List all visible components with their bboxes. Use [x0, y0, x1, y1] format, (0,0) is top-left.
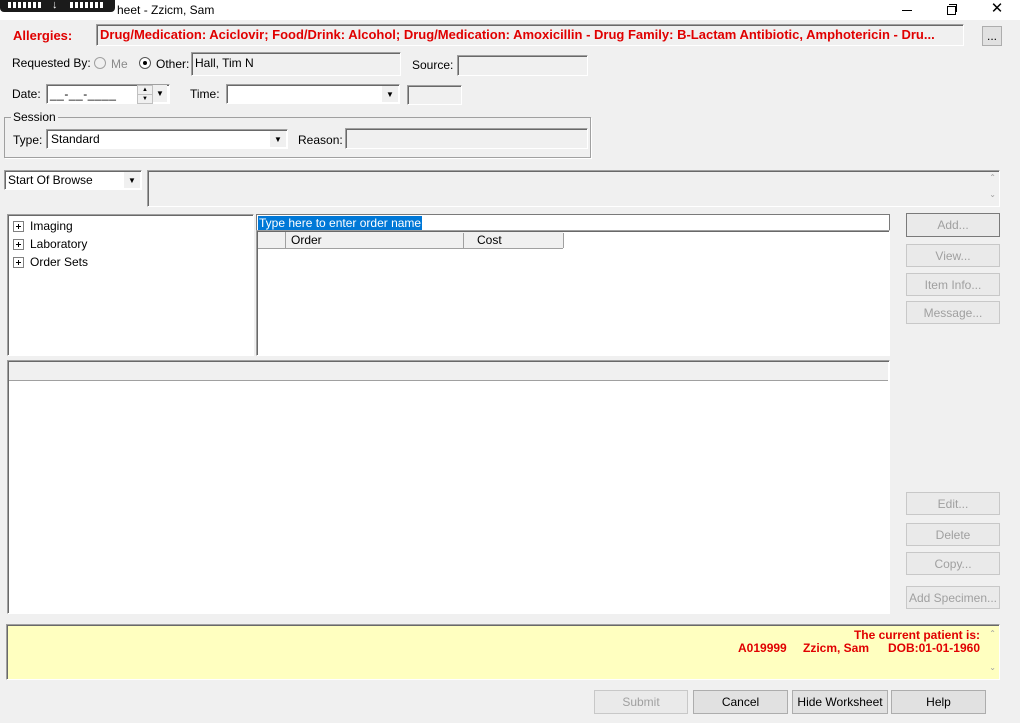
order-tree[interactable]: Imaging Laboratory Order Sets [7, 214, 254, 356]
item-info-button[interactable]: Item Info... [906, 273, 1000, 296]
close-icon[interactable]: ✕ [988, 0, 1006, 18]
tree-item[interactable]: Order Sets [13, 255, 88, 269]
radio-other[interactable] [139, 57, 151, 69]
add-button[interactable]: Add... [906, 213, 1000, 237]
column-header-blank[interactable] [258, 232, 286, 248]
cancel-button[interactable]: Cancel [693, 690, 788, 714]
session-group-label: Session [11, 110, 58, 124]
tree-item[interactable]: Imaging [13, 219, 73, 233]
tree-item-label: Order Sets [30, 255, 89, 269]
allergies-field: Drug/Medication: Aciclovir; Food/Drink: … [96, 24, 964, 46]
date-label: Date: [12, 87, 41, 101]
date-value: __-__-____ [50, 87, 117, 101]
help-button[interactable]: Help [891, 690, 986, 714]
session-type-combo[interactable]: Standard ▼ [46, 129, 288, 149]
chevron-down-icon[interactable]: ▼ [382, 86, 398, 102]
browse-info-field: ⌃ ⌄ [147, 170, 1000, 207]
time-label: Time: [190, 87, 220, 101]
tree-item[interactable]: Laboratory [13, 237, 87, 251]
radio-other-label: Other: [156, 57, 190, 71]
radio-me-label: Me [111, 57, 128, 71]
column-header-order[interactable]: Order [286, 233, 464, 248]
date-spin-down-icon[interactable]: ▼ [137, 94, 153, 104]
view-button[interactable]: View... [906, 244, 1000, 267]
patient-heading: The current patient is: [853, 628, 980, 642]
submit-button[interactable]: Submit [594, 690, 688, 714]
expand-icon[interactable] [13, 221, 24, 233]
requested-by-label: Requested By: [12, 56, 91, 70]
source-label: Source: [412, 58, 454, 72]
session-type-value: Standard [51, 132, 100, 146]
date-field[interactable]: __-__-____ ▲ ▼ ▼ [46, 84, 170, 104]
patient-info-panel: The current patient is: A019999 Zzicm, S… [6, 624, 1000, 680]
worksheet-list-header [9, 362, 888, 381]
patient-name: Zzicm, Sam [803, 641, 870, 655]
browse-value: Start Of Browse [8, 173, 93, 187]
session-type-label: Type: [13, 133, 43, 147]
browse-combo[interactable]: Start Of Browse ▼ [4, 170, 142, 190]
expand-icon[interactable] [13, 239, 24, 251]
time-extra-field [407, 85, 462, 105]
scroll-up-icon[interactable]: ⌃ [989, 629, 996, 638]
scroll-up-icon[interactable]: ⌃ [989, 173, 996, 182]
download-arrow-icon: ↓ [52, 0, 58, 11]
date-dropdown-icon[interactable]: ▼ [153, 85, 167, 102]
edit-button[interactable]: Edit... [906, 492, 1000, 515]
chevron-down-icon[interactable]: ▼ [270, 131, 286, 147]
patient-dob: DOB:01-01-1960 [887, 641, 980, 655]
add-specimen-button[interactable]: Add Specimen... [906, 586, 1000, 609]
chevron-down-icon[interactable]: ▼ [124, 172, 140, 188]
scroll-down-icon[interactable]: ⌄ [989, 663, 996, 672]
expand-icon[interactable] [13, 257, 24, 269]
time-combo[interactable]: ▼ [226, 84, 400, 104]
reason-field [345, 128, 588, 149]
hide-worksheet-button[interactable]: Hide Worksheet [792, 690, 888, 714]
allergies-label: Allergies: [13, 28, 73, 43]
worksheet-list[interactable] [7, 360, 890, 614]
minimize-icon[interactable] [898, 1, 916, 17]
delete-button[interactable]: Delete [906, 523, 1000, 546]
taskbar-overlay: ↓ [0, 0, 115, 12]
grid-icon [70, 2, 104, 8]
message-button[interactable]: Message... [906, 301, 1000, 324]
scroll-down-icon[interactable]: ⌄ [989, 190, 996, 199]
allergies-more-button[interactable]: ... [982, 26, 1002, 46]
order-list-header: Order Cost [258, 232, 564, 249]
order-name-placeholder: Type here to enter order name [258, 216, 423, 230]
radio-me[interactable] [94, 57, 106, 69]
column-header-cost[interactable]: Cost [468, 233, 564, 248]
tree-item-label: Laboratory [30, 237, 88, 251]
other-requester-field: Hall, Tim N [191, 52, 401, 76]
order-list[interactable]: Order Cost [256, 230, 890, 356]
copy-button[interactable]: Copy... [906, 552, 1000, 575]
allergies-text: Drug/Medication: Aciclovir; Food/Drink: … [100, 27, 935, 42]
reason-label: Reason: [298, 133, 343, 147]
other-requester-value: Hall, Tim N [195, 56, 254, 70]
window-title: heet - Zzicm, Sam [117, 3, 215, 17]
tree-item-label: Imaging [30, 219, 73, 233]
source-field [457, 55, 588, 76]
restore-icon[interactable] [942, 1, 960, 17]
patient-id: A019999 [738, 641, 787, 655]
grid-icon [8, 2, 42, 8]
